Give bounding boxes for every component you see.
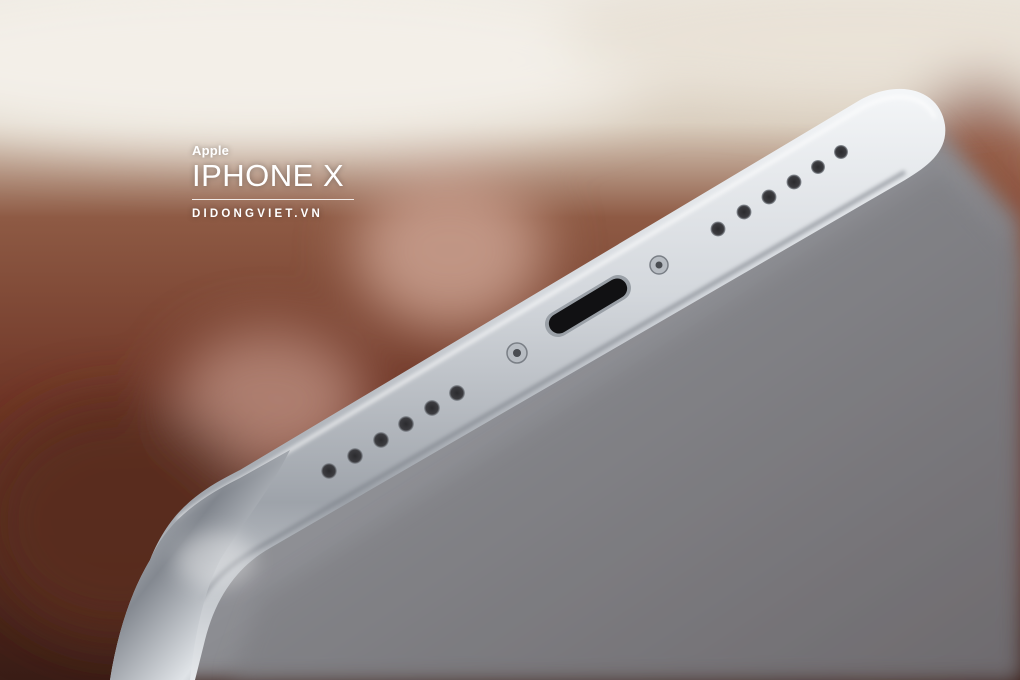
watermark-logo: Apple IPHONE X DIDONGVIET.VN [192,144,354,220]
watermark-divider [192,199,354,200]
phone-photo [0,0,1020,680]
watermark-brand: Apple [192,143,230,158]
watermark-model: IPHONE X [192,158,345,193]
photo-scene: Apple IPHONE X DIDONGVIET.VN [0,0,1020,680]
watermark-site: DIDONGVIET.VN [192,208,324,220]
